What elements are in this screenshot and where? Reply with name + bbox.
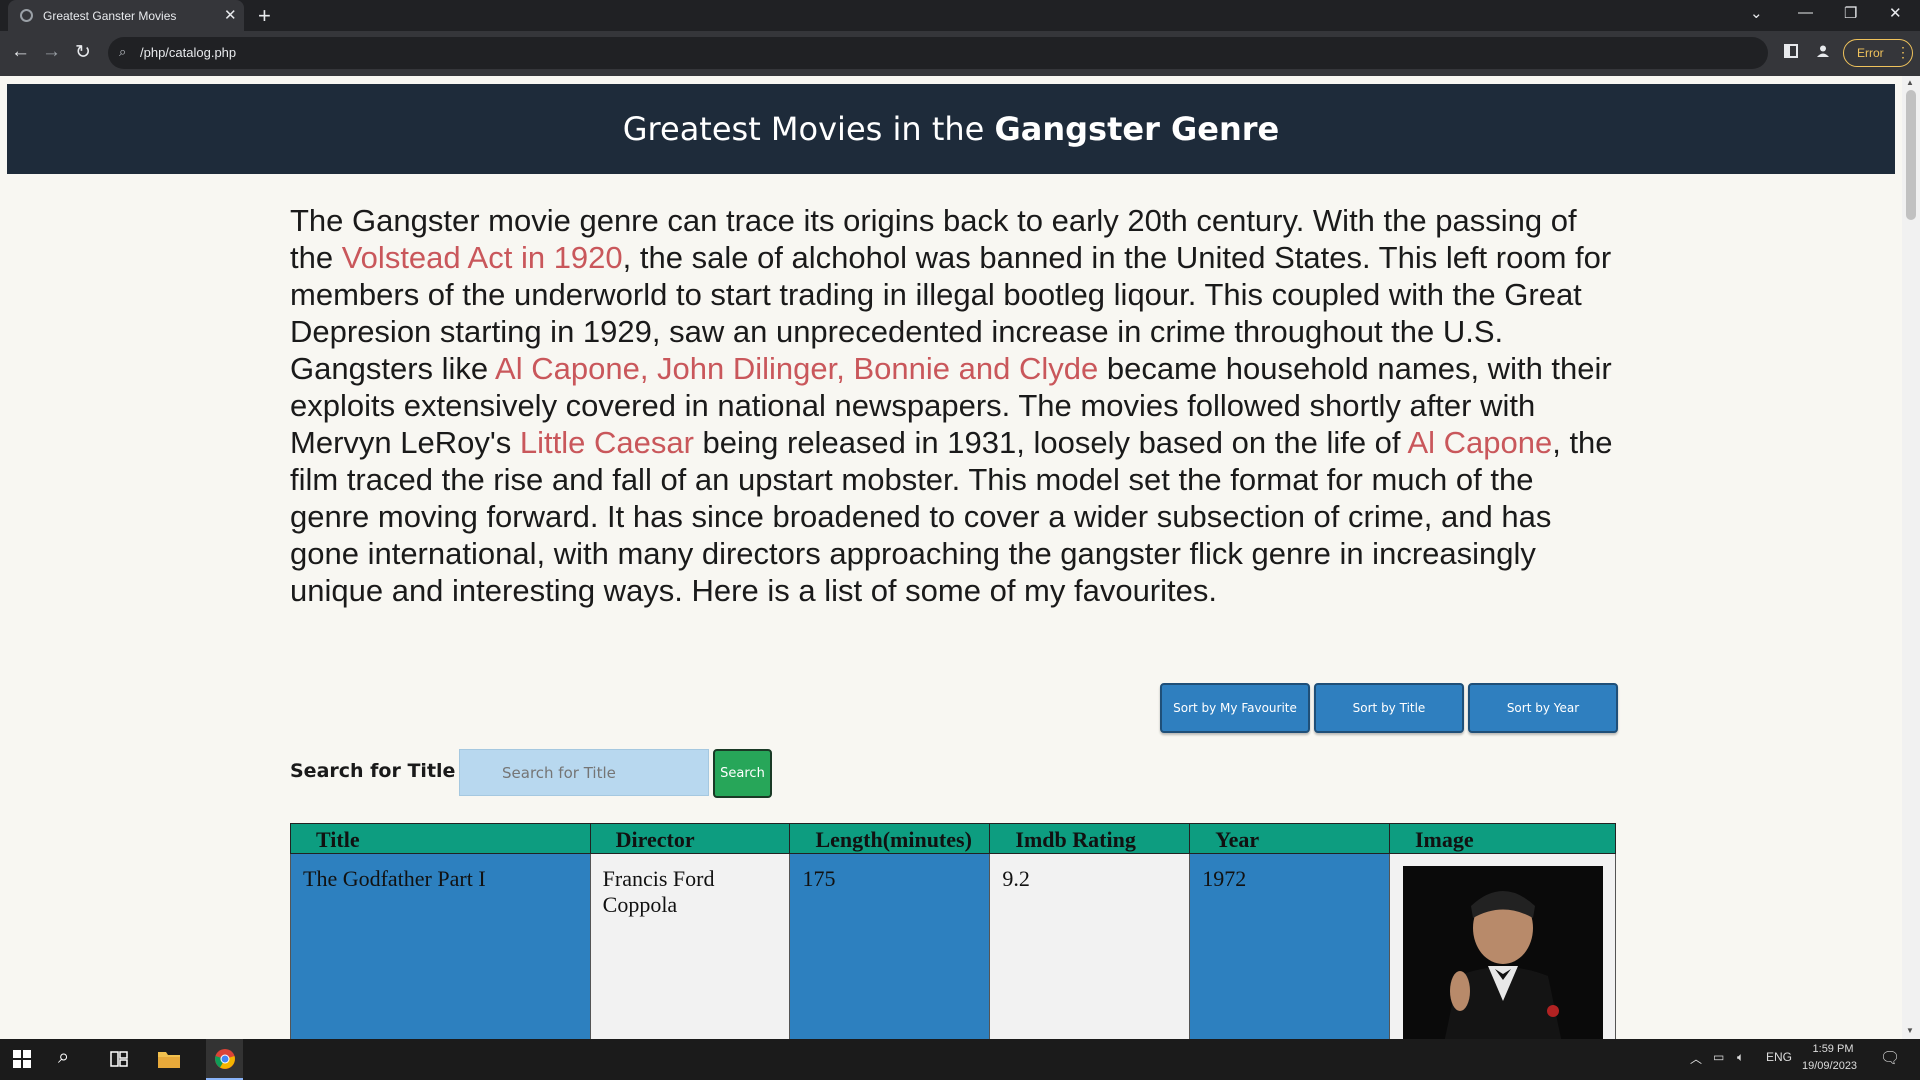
- movies-table: Title Director Length(minutes) Imdb Rati…: [290, 823, 1617, 1039]
- language-indicator[interactable]: ENG: [1766, 1050, 1792, 1064]
- side-panel-icon[interactable]: [1784, 44, 1798, 58]
- scroll-down-icon[interactable]: ▼: [1906, 1026, 1914, 1035]
- cell-director: Francis Ford Coppola: [589, 853, 791, 1039]
- task-view-icon[interactable]: [110, 1050, 128, 1073]
- reload-icon[interactable]: ↻: [75, 41, 91, 64]
- error-label: Error: [1857, 46, 1884, 60]
- cell-year: 1972: [1189, 853, 1390, 1039]
- minimize-icon[interactable]: —: [1798, 4, 1813, 21]
- page-viewport: Greatest Movies in the Gangster Genre Th…: [0, 76, 1902, 1039]
- movie-poster-image: [1402, 866, 1603, 1039]
- cell-length: 175: [789, 853, 991, 1039]
- forward-arrow-icon[interactable]: →: [42, 41, 61, 63]
- browser-tab-strip: Greatest Ganster Movies ✕ + ⌄ — ❐ ✕: [0, 0, 1920, 31]
- intro-text: being released in 1931, loosely based on…: [693, 425, 1408, 460]
- search-icon: ⌕: [119, 44, 127, 59]
- search-icon[interactable]: ⌕: [58, 1046, 69, 1069]
- url-text: /php/catalog.php: [140, 45, 237, 60]
- tab-title: Greatest Ganster Movies: [43, 9, 177, 23]
- cell-rating: 9.2: [989, 853, 1191, 1039]
- column-header-length[interactable]: Length(minutes): [789, 823, 991, 854]
- intro-paragraph: The Gangster movie genre can trace its o…: [290, 202, 1620, 609]
- search-label: Search for Title: [290, 760, 456, 782]
- sort-year-button[interactable]: Sort by Year: [1468, 683, 1618, 733]
- chrome-icon: [215, 1049, 235, 1069]
- scroll-up-icon[interactable]: ▲: [1906, 78, 1914, 87]
- taskbar: ⌕ ︿ ▭ 🔈︎ ENG 1:59 PM 19/09/2023 🗨︎: [0, 1039, 1920, 1080]
- more-menu-icon: ⋮: [1896, 44, 1910, 60]
- tray-chevron-icon[interactable]: ︿: [1690, 1050, 1702, 1067]
- error-button[interactable]: Error ⋮: [1843, 39, 1913, 67]
- clock-date[interactable]: 19/09/2023: [1802, 1060, 1857, 1072]
- cell-title: The Godfather Part I: [290, 853, 591, 1039]
- network-icon[interactable]: ▭: [1713, 1050, 1724, 1064]
- header-title-bold: Gangster Genre: [994, 110, 1280, 148]
- browser-toolbar: ← → ↻ ⌕ /php/catalog.php Error ⋮: [0, 31, 1920, 76]
- table-header-row: Title Director Length(minutes) Imdb Rati…: [290, 823, 1617, 854]
- page-header: Greatest Movies in the Gangster Genre: [7, 84, 1895, 174]
- search-input[interactable]: [459, 749, 709, 796]
- sort-title-button[interactable]: Sort by Title: [1314, 683, 1464, 733]
- al-capone-link[interactable]: Al Capone: [1407, 425, 1552, 460]
- scrollbar-thumb[interactable]: [1906, 90, 1916, 220]
- profile-icon[interactable]: [1816, 44, 1830, 58]
- globe-icon: [20, 9, 33, 22]
- back-arrow-icon[interactable]: ←: [11, 41, 30, 63]
- table-row: The Godfather Part I Francis Ford Coppol…: [290, 853, 1617, 1039]
- new-tab-icon[interactable]: +: [258, 3, 271, 29]
- restore-icon[interactable]: ❐: [1844, 4, 1857, 22]
- column-header-director[interactable]: Director: [589, 823, 791, 854]
- notifications-icon[interactable]: 🗨︎: [1880, 1048, 1900, 1068]
- tab-search-chevron-icon[interactable]: ⌄: [1750, 4, 1763, 22]
- windows-start-icon[interactable]: [13, 1050, 31, 1073]
- search-button[interactable]: Search: [713, 749, 772, 798]
- gangsters-link[interactable]: Al Capone, John Dilinger, Bonnie and Cly…: [495, 351, 1098, 386]
- volume-icon[interactable]: 🔈︎: [1737, 1050, 1744, 1065]
- clock-time[interactable]: 1:59 PM: [1808, 1043, 1858, 1055]
- page-scrollbar[interactable]: ▲ ▼: [1902, 76, 1920, 1039]
- close-tab-icon[interactable]: ✕: [224, 6, 237, 24]
- column-header-title[interactable]: Title: [290, 823, 591, 854]
- browser-tab[interactable]: Greatest Ganster Movies ✕: [8, 0, 244, 31]
- column-header-rating[interactable]: Imdb Rating: [989, 823, 1191, 854]
- column-header-image: Image: [1388, 823, 1617, 854]
- file-explorer-icon[interactable]: [157, 1049, 181, 1074]
- sort-favourite-button[interactable]: Sort by My Favourite: [1160, 683, 1310, 733]
- volstead-act-link[interactable]: Volstead Act in 1920: [342, 240, 623, 275]
- address-bar[interactable]: ⌕ /php/catalog.php: [108, 37, 1768, 69]
- column-header-year[interactable]: Year: [1189, 823, 1390, 854]
- header-title-prefix: Greatest Movies in the: [622, 110, 995, 148]
- cell-image: [1388, 853, 1617, 1039]
- chrome-taskbar-button[interactable]: [206, 1039, 243, 1080]
- little-caesar-link[interactable]: Little Caesar: [520, 425, 694, 460]
- close-window-icon[interactable]: ✕: [1889, 4, 1902, 22]
